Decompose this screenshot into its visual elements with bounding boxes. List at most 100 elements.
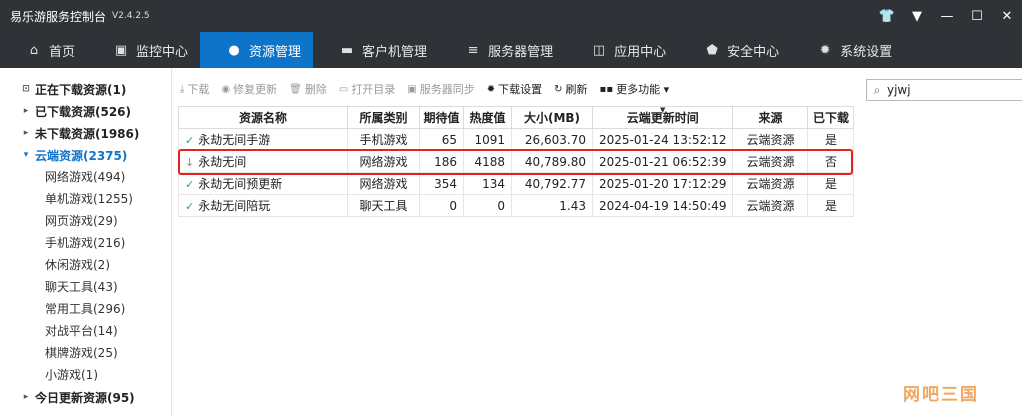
toolbar-label: 下载设置 (498, 83, 543, 96)
cell-expect: 354 (419, 172, 464, 195)
cell-name: ✓ 永劫无间陪玩 (178, 194, 348, 217)
cell-name: ✓ 永劫无间手游 (178, 128, 348, 151)
nav-label: 系统设置 (840, 44, 893, 60)
tree-child-item[interactable]: 常用工具(296) (0, 298, 171, 320)
resource-name: 永劫无间手游 (198, 133, 271, 147)
table-header: 资源名称 所属类别 期待值 热度值 大小(MB) ▼ 云端更新时间 来源 已下载 (178, 106, 855, 129)
nav-resource[interactable]: ● 资源管理 (200, 32, 314, 68)
tree-not-downloaded[interactable]: ▸ 未下载资源(1986) (0, 122, 171, 144)
tree-label: 今日更新资源(95) (35, 390, 135, 405)
sort-desc-icon: ▼ (660, 106, 666, 114)
trash-icon: 🗑 (289, 83, 302, 95)
cell-time: 2025-01-20 17:12:29 (591, 172, 734, 195)
window-controls: 👕 ▼ — ☐ ✕ (872, 0, 1022, 32)
tree-child-item[interactable]: 聊天工具(43) (0, 276, 171, 298)
skin-icon[interactable]: 👕 (872, 9, 902, 24)
nav-monitor[interactable]: ▣ 监控中心 (87, 32, 200, 68)
nav-client[interactable]: ▬ 客户机管理 (313, 32, 439, 68)
tree-child-item[interactable]: 手机游戏(216) (0, 232, 171, 254)
col-header-sorted[interactable]: ▼ 云端更新时间 (591, 106, 734, 129)
tree-child-item[interactable]: 网页游戏(29) (0, 210, 171, 232)
title-bar: 易乐游服务控制台 V2.4.2.5 👕 ▼ — ☐ ✕ (0, 0, 1022, 32)
cell-heat: 1091 (463, 128, 512, 151)
shield-icon: ⬟ (706, 42, 718, 58)
refresh-button[interactable]: ↻ 刷新 (554, 81, 587, 97)
server-sync-button[interactable]: ▣ 服务器同步 (407, 81, 474, 97)
nav-apps[interactable]: ◫ 应用中心 (565, 32, 678, 68)
search-input[interactable] (887, 83, 1007, 97)
col-header[interactable]: 资源名称 (178, 106, 348, 129)
tree-child-item[interactable]: 棋牌游戏(25) (0, 342, 171, 364)
tree-child-item[interactable]: 休闲游戏(2) (0, 254, 171, 276)
check-icon: ✓ (185, 134, 195, 147)
expand-arrow-icon: ▸ (23, 128, 29, 138)
watermark: 网吧三国 (903, 385, 979, 405)
maximize-icon[interactable]: ☐ (962, 9, 992, 24)
highlight-box (178, 149, 853, 175)
refresh-icon: ↻ (554, 83, 563, 95)
sync-icon: ▣ (407, 83, 417, 95)
toolbar-label: 修复更新 (233, 83, 278, 96)
nav-label: 监控中心 (136, 44, 189, 60)
download-button[interactable]: ⤓ 下载 (180, 81, 209, 97)
col-header[interactable]: 期待值 (419, 106, 464, 129)
cell-heat: 0 (463, 194, 512, 217)
tree-downloading[interactable]: ⊡ 正在下载资源(1) (0, 78, 171, 100)
col-header[interactable]: 所属类别 (347, 106, 420, 129)
monitor-icon: ▣ (114, 42, 128, 58)
nav-security[interactable]: ⬟ 安全中心 (678, 32, 791, 68)
nav-label: 服务器管理 (488, 44, 554, 60)
table-row[interactable]: ✓ 永劫无间手游 手机游戏 65 1091 26,603.70 2025-01-2… (178, 128, 855, 151)
resource-name: 永劫无间陪玩 (198, 199, 271, 213)
close-icon[interactable]: ✕ (992, 9, 1022, 24)
col-header[interactable]: 热度值 (463, 106, 512, 129)
search-box: ⌕ (866, 79, 1022, 101)
collapse-box-icon: ⊡ (22, 84, 30, 94)
table-row[interactable]: ✓ 永劫无间预更新 网络游戏 354 134 40,792.77 2025-01-… (178, 172, 855, 195)
tree-cloud[interactable]: ▾ 云端资源(2375) (0, 144, 171, 166)
nav-label: 首页 (49, 44, 76, 60)
tree-downloaded[interactable]: ▸ 已下载资源(526) (0, 100, 171, 122)
collapse-arrow-icon: ▾ (23, 150, 29, 160)
open-folder-button[interactable]: ▭ 打开目录 (339, 81, 395, 97)
folder-icon: ▭ (338, 83, 349, 95)
check-icon: ✓ (185, 178, 195, 191)
download-icon: ⤓ (180, 83, 185, 95)
cell-category: 聊天工具 (347, 194, 420, 217)
tree-child-item[interactable]: 单机游戏(1255) (0, 188, 171, 210)
cell-expect: 65 (419, 128, 464, 151)
search-icon[interactable]: ⌕ (867, 83, 887, 98)
col-header[interactable]: 来源 (732, 106, 809, 129)
expand-arrow-icon: ▸ (23, 392, 29, 402)
grid-icon: ▪▪ (599, 83, 614, 95)
toolbar-label: 打开目录 (351, 83, 396, 96)
cell-size: 26,603.70 (511, 128, 593, 151)
minimize-icon[interactable]: — (932, 9, 962, 24)
cell-category: 手机游戏 (347, 128, 420, 151)
tree-today-updated[interactable]: ▸ 今日更新资源(95) (0, 386, 171, 408)
tree-child-item[interactable]: 小游戏(1) (0, 364, 171, 386)
tree-label: 未下载资源(1986) (35, 126, 140, 141)
nav-server[interactable]: ≡ 服务器管理 (439, 32, 565, 68)
tree-label: 云端资源(2375) (35, 148, 128, 163)
toolbar-label: 下载 (187, 83, 210, 96)
delete-button[interactable]: 🗑 删除 (289, 81, 327, 97)
download-settings-button[interactable]: ✹ 下载设置 (487, 81, 542, 97)
col-header[interactable]: 大小(MB) (511, 106, 593, 129)
more-functions-button[interactable]: ▪▪ 更多功能 ▾ (600, 81, 670, 97)
tree-label: 已下载资源(526) (35, 104, 132, 119)
table-row[interactable]: ✓ 永劫无间陪玩 聊天工具 0 0 1.43 2024-04-19 14:50:4… (178, 194, 855, 217)
repair-update-button[interactable]: ◉ 修复更新 (221, 81, 277, 97)
toolbar-label: 更多功能 ▾ (616, 83, 670, 96)
resource-tree: ⊡ 正在下载资源(1) ▸ 已下载资源(526) ▸ 未下载资源(1986) ▾ 云端资… (0, 68, 172, 416)
tree-child-item[interactable]: 对战平台(14) (0, 320, 171, 342)
repair-icon: ◉ (221, 83, 231, 95)
tree-child-item[interactable]: 网络游戏(494) (0, 166, 171, 188)
nav-settings[interactable]: ✹ 系统设置 (791, 32, 904, 68)
menu-dropdown-icon[interactable]: ▼ (902, 9, 932, 24)
cell-source: 云端资源 (732, 172, 809, 195)
col-header[interactable]: 已下载 (807, 106, 855, 129)
cell-downloaded: 是 (807, 128, 855, 151)
server-icon: ≡ (467, 42, 479, 58)
nav-home[interactable]: ⌂ 首页 (0, 32, 87, 68)
